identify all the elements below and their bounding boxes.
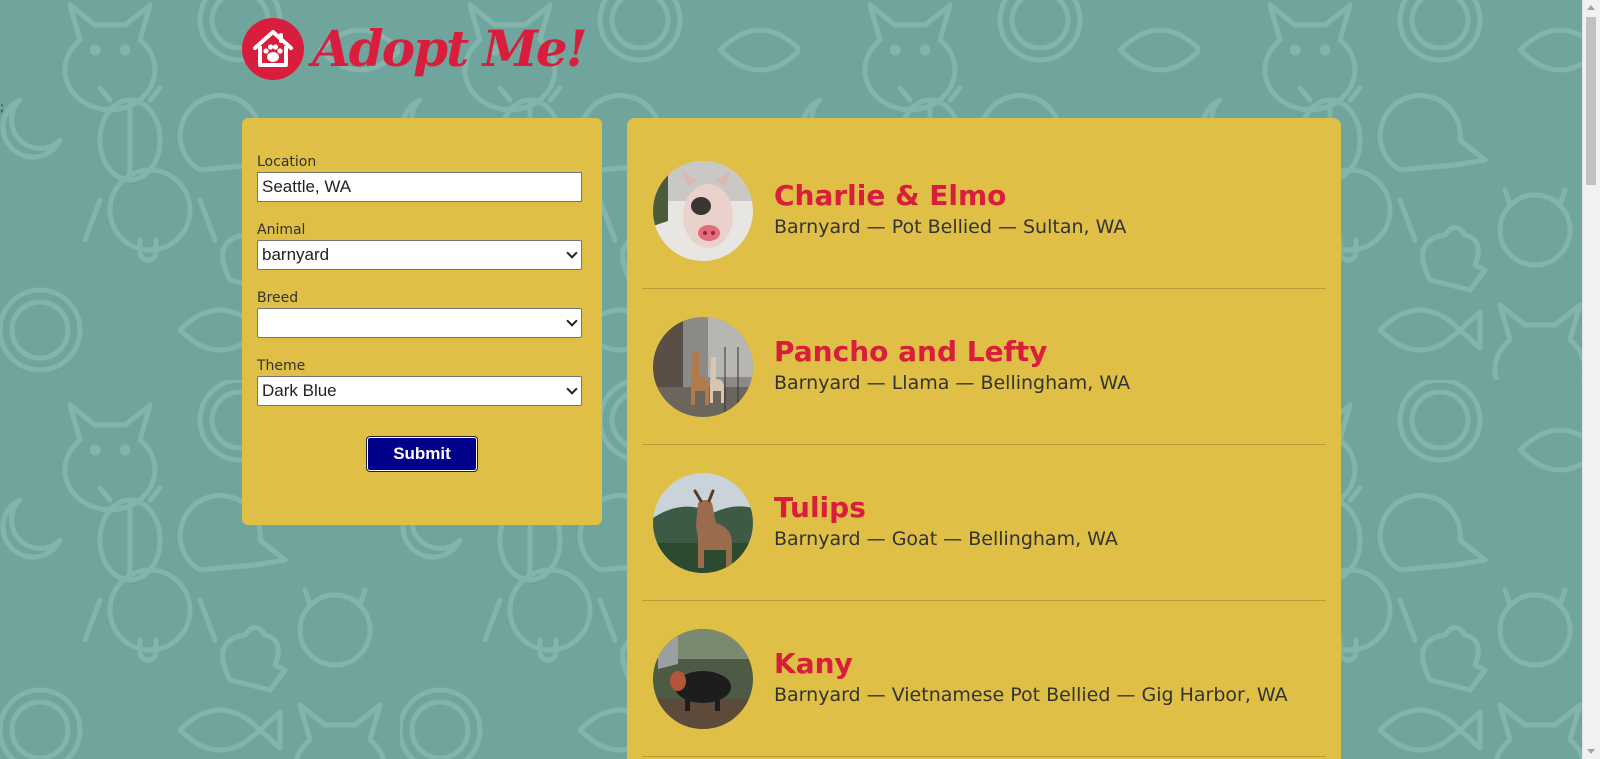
pet-item[interactable]: Kany Barnyard — Vietnamese Pot Bellied —…: [642, 601, 1326, 757]
llama-photo: [653, 316, 753, 417]
location-field: Location: [257, 154, 587, 202]
pet-item[interactable]: Pancho and Lefty Barnyard — Llama — Bell…: [642, 289, 1326, 445]
breed-select[interactable]: [257, 308, 582, 338]
pet-item[interactable]: Tulips Barnyard — Goat — Bellingham, WA: [642, 445, 1326, 601]
home-link[interactable]: Adopt Me!: [242, 18, 588, 80]
pet-info: Pancho and Lefty Barnyard — Llama — Bell…: [774, 334, 1130, 394]
submit-button[interactable]: Submit: [367, 437, 477, 471]
search-form: Location Animal barnyard Breed Theme Dar…: [242, 118, 602, 525]
pet-description: Barnyard — Vietnamese Pot Bellied — Gig …: [774, 683, 1288, 706]
page-scrollbar[interactable]: [1582, 0, 1600, 759]
pet-name: Pancho and Lefty: [774, 334, 1048, 368]
scroll-down-arrow-icon[interactable]: [1587, 749, 1595, 754]
pet-info: Kany Barnyard — Vietnamese Pot Bellied —…: [774, 646, 1288, 706]
animal-label: Animal: [257, 222, 306, 238]
pet-item[interactable]: Charlie & Elmo Barnyard — Pot Bellied — …: [642, 133, 1326, 289]
results-list: Charlie & Elmo Barnyard — Pot Bellied — …: [627, 118, 1341, 759]
animal-field: Animal barnyard: [257, 222, 587, 270]
pet-description: Barnyard — Goat — Bellingham, WA: [774, 527, 1118, 550]
goat-photo: [653, 472, 753, 573]
animal-select[interactable]: barnyard: [257, 240, 582, 270]
theme-label: Theme: [257, 358, 306, 374]
site-title: Adopt Me!: [312, 19, 588, 78]
breed-field: Breed: [257, 290, 587, 338]
black-pig-photo: [653, 628, 753, 729]
pet-name: Tulips: [774, 490, 866, 524]
pet-description: Barnyard — Llama — Bellingham, WA: [774, 371, 1131, 394]
pet-name: Kany: [774, 646, 853, 680]
stray-text: ;: [0, 100, 5, 114]
location-input[interactable]: [257, 172, 582, 202]
scrollbar-thumb[interactable]: [1586, 17, 1596, 185]
theme-field: Theme Dark Blue: [257, 358, 587, 406]
scroll-up-arrow-icon[interactable]: [1587, 5, 1595, 10]
pet-info: Charlie & Elmo Barnyard — Pot Bellied — …: [774, 178, 1126, 238]
pet-description: Barnyard — Pot Bellied — Sultan, WA: [774, 215, 1127, 238]
breed-label: Breed: [257, 290, 299, 306]
submit-row: Submit: [257, 437, 587, 471]
theme-select-value: Dark Blue: [257, 376, 582, 406]
pet-info: Tulips Barnyard — Goat — Bellingham, WA: [774, 490, 1118, 550]
breed-select-value: [257, 308, 582, 338]
house-paw-icon: [242, 18, 304, 80]
animal-select-value: barnyard: [257, 240, 582, 270]
pig-photo: [653, 160, 753, 261]
theme-select[interactable]: Dark Blue: [257, 376, 582, 406]
location-label: Location: [257, 154, 317, 170]
pet-name: Charlie & Elmo: [774, 178, 1007, 212]
